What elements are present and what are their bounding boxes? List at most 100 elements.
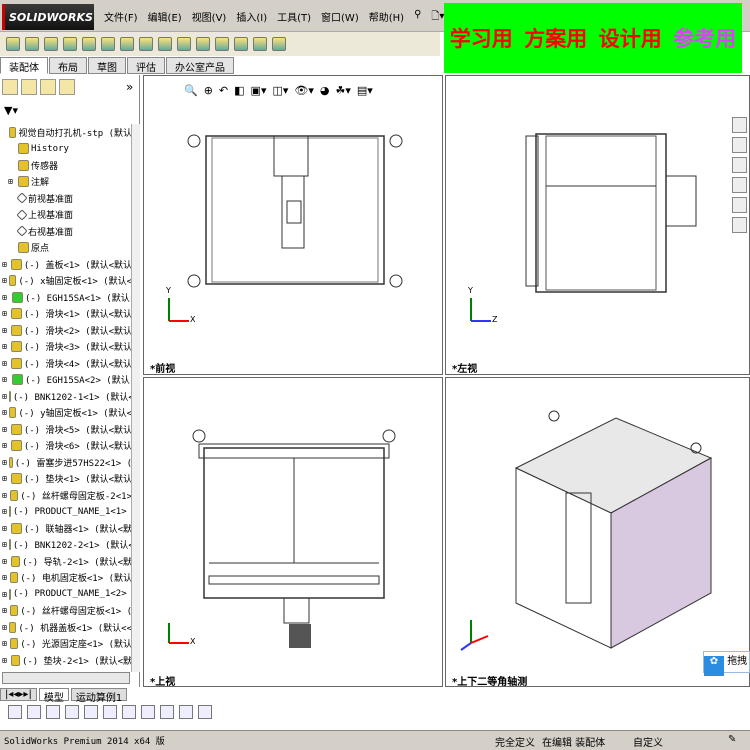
toolbar-icon[interactable] <box>63 37 77 51</box>
viewport-front[interactable]: 🔍 ⊕ ↶ ◧ ▣▾ ◫▾ 👁▾ ◕ ☘▾ ▤▾ X Y *前视 <box>143 75 443 375</box>
tree-hscrollbar[interactable] <box>2 672 130 684</box>
menu-insert[interactable]: 插入(I) <box>236 9 267 26</box>
toolbar-icon[interactable] <box>27 705 41 719</box>
tree-item[interactable]: ⊞ (-) x轴固定板<1> (默认< <box>2 273 132 290</box>
new-file-icon[interactable]: 🗋▾ <box>431 9 444 26</box>
viewport-top[interactable]: X *上视 <box>143 377 443 688</box>
menu-window[interactable]: 窗口(W) <box>321 9 359 26</box>
toolbar-icon[interactable] <box>196 37 210 51</box>
expand-icon[interactable]: ⊞ <box>2 441 9 450</box>
tree-item[interactable]: ⊞ (-) y轴固定板<1> (默认< <box>2 405 132 422</box>
toolbar-icon[interactable] <box>198 705 212 719</box>
expand-icon[interactable]: ⊞ <box>2 474 9 483</box>
tree-item[interactable]: ⊞ (-) PRODUCT_NAME_1<2> ( <box>2 586 132 603</box>
tree-item[interactable]: ⊞ (-) 盖板<1> (默认<默认 <box>2 256 132 273</box>
toolbar-icon[interactable] <box>101 37 115 51</box>
tree-item[interactable]: ⊞ (-) PRODUCT_NAME_1<1> ( <box>2 504 132 521</box>
expand-icon[interactable]: ⊞ <box>2 458 7 467</box>
toolbar-icon[interactable] <box>141 705 155 719</box>
expand-icon[interactable]: ⊞ <box>2 639 8 648</box>
tree-item[interactable]: ⊞ (-) 电机固定板<1> (默认 <box>2 570 132 587</box>
menu-view[interactable]: 视图(V) <box>192 9 227 26</box>
toolbar-icon[interactable] <box>215 37 229 51</box>
tab-nav-arrows[interactable]: |◂◂▸▸| <box>0 688 37 701</box>
toolbar-icon[interactable] <box>179 705 193 719</box>
tree-item[interactable]: ⊞ (-) 机器盖板<1> (默认<< <box>2 619 132 636</box>
menu-edit[interactable]: 编辑(E) <box>148 9 182 26</box>
toolbar-icon[interactable] <box>272 37 286 51</box>
file-explorer-icon[interactable] <box>732 157 747 173</box>
toolbar-icon[interactable] <box>103 705 117 719</box>
tree-item[interactable]: ⊞ (-) 丝杆螺母固定板<1> ( <box>2 603 132 620</box>
tree-item[interactable]: ⊞ (-) 导轨-2<1> (默认<默 <box>2 553 132 570</box>
viewport-isometric[interactable]: *上下二等角轴测 <box>445 377 750 688</box>
toolbar-icon[interactable] <box>46 705 60 719</box>
expand-icon[interactable]: ⊞ <box>8 177 16 186</box>
expand-icon[interactable]: ⊞ <box>2 359 9 368</box>
toolbar-icon[interactable] <box>25 37 39 51</box>
tree-item[interactable]: ⊞ (-) 滑块<2> (默认<默认 <box>2 322 132 339</box>
expand-icon[interactable]: ⊞ <box>2 342 9 351</box>
expand-icon[interactable]: ⊞ <box>2 293 10 302</box>
expand-icon[interactable]: ⊞ <box>2 309 9 318</box>
expand-icon[interactable]: ⊞ <box>2 507 7 516</box>
tree-item[interactable]: ⊞ (-) 滑块<4> (默认<默认 <box>2 355 132 372</box>
pin-icon[interactable]: ⚲ <box>414 9 421 26</box>
home-icon[interactable] <box>732 117 747 133</box>
tree-item[interactable]: ⊞ (-) 光源固定座<1> (默认 <box>2 636 132 653</box>
menu-file[interactable]: 文件(F) <box>104 9 138 26</box>
expand-panel-icon[interactable]: » <box>126 80 133 94</box>
toolbar-icon[interactable] <box>139 37 153 51</box>
tree-item[interactable]: ⊞ (-) 丝杆螺母固定板-2<1> <box>2 487 132 504</box>
tree-item[interactable]: 原点 <box>2 240 132 257</box>
expand-icon[interactable]: ⊞ <box>2 326 9 335</box>
tree-item[interactable]: ⊞ (-) BNK1202-2<1> (默认< <box>2 537 132 554</box>
tree-item[interactable]: ⊞ (-) BNK1202-1<1> (默认< <box>2 388 132 405</box>
expand-icon[interactable]: ⊞ <box>2 590 7 599</box>
custom-properties-icon[interactable] <box>732 217 747 233</box>
toolbar-icon[interactable] <box>158 37 172 51</box>
expand-icon[interactable]: ⊞ <box>2 656 9 665</box>
tab-sketch[interactable]: 草图 <box>88 57 126 74</box>
toolbar-icon[interactable] <box>44 37 58 51</box>
tree-item[interactable]: ⊞ (-) 滑块<6> (默认<默认 <box>2 438 132 455</box>
expand-icon[interactable]: ⊞ <box>2 573 8 582</box>
tree-item[interactable]: ⊞ 注解 <box>2 174 132 191</box>
tree-item[interactable]: 传感器 <box>2 157 132 174</box>
toolbar-icon[interactable] <box>253 37 267 51</box>
baidu-drag-widget[interactable]: ✿ 拖拽 <box>703 651 750 676</box>
solidworks-logo[interactable]: SOLIDWORKS <box>2 4 94 30</box>
tree-item[interactable]: ⊞ (-) 滑块<1> (默认<默认 <box>2 306 132 323</box>
toolbar-icon[interactable] <box>82 37 96 51</box>
view-palette-icon[interactable] <box>732 177 747 193</box>
toolbar-icon[interactable] <box>84 705 98 719</box>
viewport-left[interactable]: Z Y *左视 <box>445 75 750 375</box>
tab-evaluate[interactable]: 评估 <box>127 57 165 74</box>
status-units[interactable]: 自定义 <box>633 734 663 749</box>
tree-item[interactable]: ⊞ (-) 联轴器<1> (默认<默 <box>2 520 132 537</box>
tree-item[interactable]: ⊞ (-) EGH15SA<2> (默认 <box>2 372 132 389</box>
expand-icon[interactable]: ⊞ <box>2 491 8 500</box>
toolbar-icon[interactable] <box>177 37 191 51</box>
toolbar-icon[interactable] <box>234 37 248 51</box>
expand-icon[interactable]: ⊞ <box>2 524 9 533</box>
expand-icon[interactable]: ⊞ <box>2 276 7 285</box>
tree-item[interactable]: ⊞ (-) 滑块<3> (默认<默认 <box>2 339 132 356</box>
tree-item[interactable]: ⊞ (-) 垫块-2<1> (默认<默 <box>2 652 132 669</box>
menu-tools[interactable]: 工具(T) <box>277 9 311 26</box>
toolbar-icon[interactable] <box>122 705 136 719</box>
toolbar-icon[interactable] <box>160 705 174 719</box>
toolbar-icon[interactable] <box>6 37 20 51</box>
toolbar-icon[interactable] <box>8 705 22 719</box>
expand-icon[interactable]: ⊞ <box>2 540 7 549</box>
menu-help[interactable]: 帮助(H) <box>369 9 404 26</box>
tree-item[interactable]: History <box>2 141 132 158</box>
tree-scrollbar[interactable] <box>131 124 140 672</box>
tab-layout[interactable]: 布局 <box>49 57 87 74</box>
rebuild-icon[interactable]: ✎ <box>728 734 736 745</box>
tree-item[interactable]: 右视基准面 <box>2 223 132 240</box>
toolbar-icon[interactable] <box>65 705 79 719</box>
tab-assembly[interactable]: 装配体 <box>0 57 48 74</box>
expand-icon[interactable]: ⊞ <box>2 623 7 632</box>
expand-icon[interactable]: ⊞ <box>2 425 9 434</box>
